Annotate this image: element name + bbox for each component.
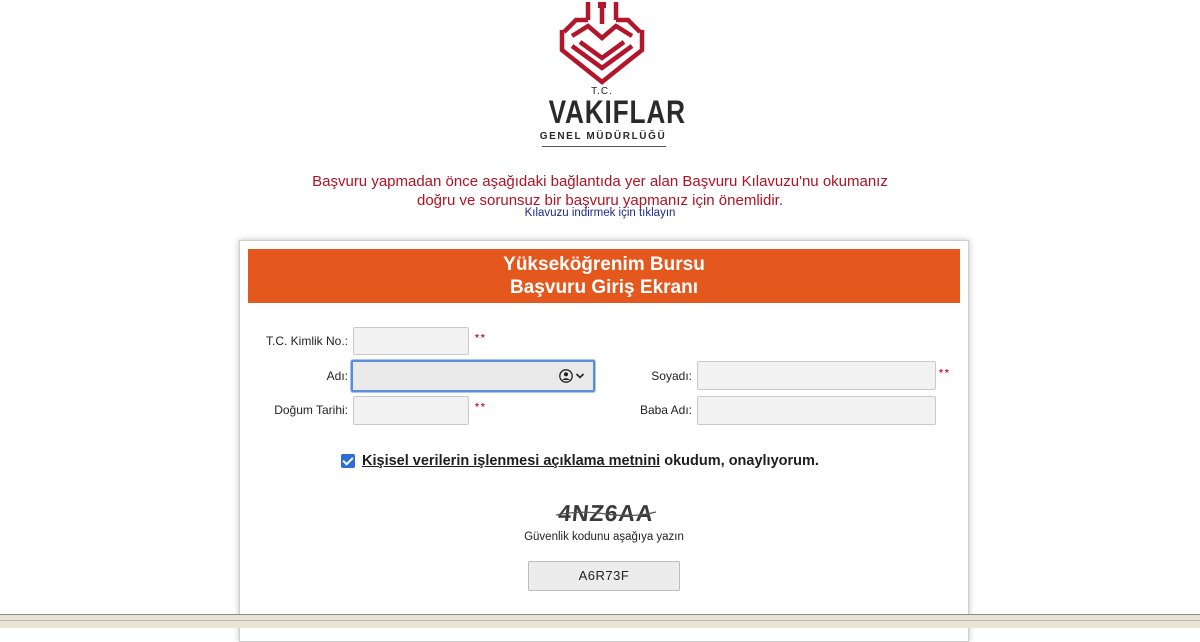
brand-subtitle: GENEL MÜDÜRLÜĞÜ bbox=[539, 131, 667, 142]
panel-title-line-1: Yükseköğrenim Bursu bbox=[503, 254, 705, 275]
panel-title-line-2: Başvuru Giriş Ekranı bbox=[510, 277, 698, 298]
application-panel: Yükseköğrenim Bursu Başvuru Giriş Ekranı… bbox=[239, 240, 969, 642]
birth-date-required-mark: ** bbox=[475, 402, 487, 413]
consent-rest: okudum, onaylıyorum. bbox=[660, 453, 819, 469]
autofill-button[interactable] bbox=[559, 369, 585, 383]
brand-name: VAKIFLAR bbox=[548, 94, 686, 130]
consent-checkbox[interactable] bbox=[341, 454, 355, 468]
bottom-frame-bar bbox=[0, 614, 1200, 628]
consent-text: Kişisel verilerin işlenmesi açıklama met… bbox=[362, 453, 819, 469]
surname-required-mark: ** bbox=[939, 368, 951, 379]
surname-label: Soyadı: bbox=[651, 369, 692, 383]
notice-line-1: Başvuru yapmadan önce aşağıdaki bağlantı… bbox=[312, 173, 888, 190]
name-label: Adı: bbox=[326, 369, 348, 383]
chevron-down-icon bbox=[575, 373, 585, 379]
brand-divider bbox=[542, 146, 666, 147]
captcha-hint: Güvenlik kodunu aşağıya yazın bbox=[524, 531, 684, 543]
kvkk-text-link[interactable]: Kişisel verilerin işlenmesi açıklama met… bbox=[362, 453, 660, 469]
vakiflar-emblem-icon bbox=[559, 2, 645, 85]
tc-input[interactable] bbox=[353, 327, 469, 355]
guide-download-link[interactable]: Kılavuzu indirmek için tıklayın bbox=[0, 207, 1200, 219]
tc-required-mark: ** bbox=[475, 333, 487, 344]
surname-input[interactable] bbox=[697, 361, 936, 390]
guide-notice: Başvuru yapmadan önce aşağıdaki bağlantı… bbox=[0, 172, 1200, 210]
panel-header: Yükseköğrenim Bursu Başvuru Giriş Ekranı bbox=[248, 249, 960, 303]
father-name-label: Baba Adı: bbox=[639, 403, 692, 417]
tc-label: T.C. Kimlik No.: bbox=[265, 334, 348, 348]
vakiflar-logo bbox=[556, 2, 648, 88]
birth-date-input[interactable] bbox=[353, 396, 469, 425]
consent-row: Kişisel verilerin işlenmesi açıklama met… bbox=[341, 453, 819, 469]
father-name-input[interactable] bbox=[697, 396, 936, 425]
security-code-input[interactable]: A6R73F bbox=[528, 561, 680, 591]
captcha-image: 4NZ6AA bbox=[550, 495, 662, 529]
birth-date-label: Doğum Tarihi: bbox=[274, 403, 348, 417]
contact-card-icon bbox=[559, 369, 573, 383]
